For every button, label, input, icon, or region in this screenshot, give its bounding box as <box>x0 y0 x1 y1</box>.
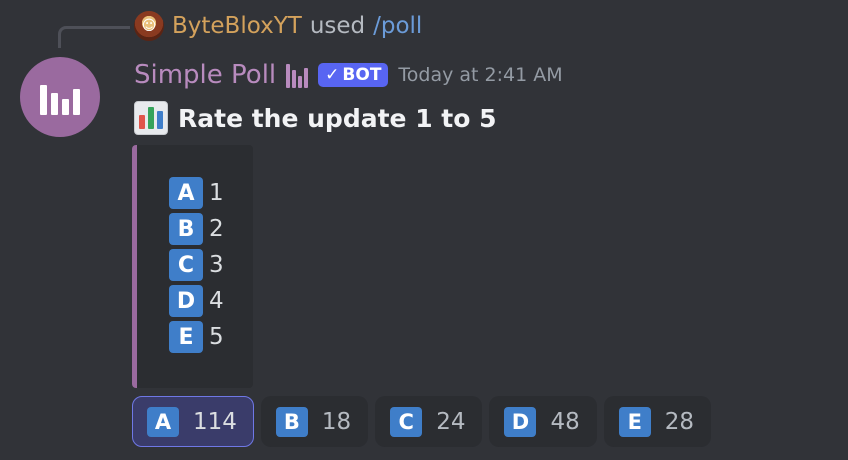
option-text: 1 <box>209 180 224 206</box>
vote-buttons: A 114 B 18 C 24 D 48 E 28 <box>132 396 712 447</box>
option-text: 3 <box>209 252 224 278</box>
vote-letter-badge: B <box>275 406 308 437</box>
option-letter-badge: D <box>169 285 203 317</box>
poll-embed: A1B2C3D4E5 <box>132 145 253 388</box>
vote-count: 24 <box>436 408 466 435</box>
reply-bar[interactable]: ☺ ByteBloxYT used /poll <box>134 8 422 44</box>
vote-count: 48 <box>550 408 580 435</box>
vote-count: 114 <box>193 408 237 435</box>
poll-option: E5 <box>169 321 224 353</box>
vote-letter-badge: A <box>147 406 179 437</box>
poll-title-text: Rate the update 1 to 5 <box>178 103 497 133</box>
bot-tag: ✓ BOT <box>318 63 389 87</box>
reply-username[interactable]: ByteBloxYT <box>172 13 302 39</box>
vote-count: 18 <box>321 408 352 435</box>
reply-command[interactable]: /poll <box>373 13 422 39</box>
vote-button-a[interactable]: A 114 <box>132 396 254 447</box>
check-icon: ✓ <box>325 65 340 85</box>
poll-option: C3 <box>169 249 224 281</box>
bot-tag-label: BOT <box>342 65 382 85</box>
option-text: 4 <box>209 288 224 314</box>
vote-letter-badge: D <box>504 406 537 437</box>
poll-options: A1B2C3D4E5 <box>169 177 224 353</box>
vote-button-c[interactable]: C 24 <box>375 396 483 447</box>
avatar-bar <box>73 89 80 115</box>
reply-user-avatar[interactable]: ☺ <box>134 11 164 41</box>
option-letter-badge: A <box>169 177 203 209</box>
option-letter-badge: C <box>169 249 203 281</box>
avatar-bar <box>40 85 47 115</box>
reply-connector <box>58 26 130 48</box>
vote-letter-badge: C <box>390 406 423 437</box>
vote-count: 28 <box>664 408 695 435</box>
poll-option: D4 <box>169 285 224 317</box>
vote-button-e[interactable]: E 28 <box>603 396 712 447</box>
option-letter-badge: B <box>169 213 203 245</box>
avatar-bar <box>62 99 69 115</box>
poll-option: A1 <box>169 177 224 209</box>
poll-title: Rate the update 1 to 5 <box>134 100 497 136</box>
bot-name[interactable]: Simple Poll <box>134 60 276 90</box>
bar-chart-emoji-icon <box>134 101 168 135</box>
message-header: Simple Poll ✓ BOT Today at 2:41 AM <box>134 56 563 94</box>
bar-chart-icon <box>286 62 309 88</box>
vote-button-d[interactable]: D 48 <box>489 396 597 447</box>
vote-button-b[interactable]: B 18 <box>260 396 369 447</box>
timestamp: Today at 2:41 AM <box>398 64 563 86</box>
avatar-bar <box>51 93 58 115</box>
bot-avatar[interactable] <box>20 57 100 137</box>
reply-used-text: used <box>309 13 366 39</box>
option-letter-badge: E <box>169 321 203 353</box>
vote-letter-badge: E <box>618 406 651 437</box>
option-text: 5 <box>209 324 224 350</box>
poll-option: B2 <box>169 213 224 245</box>
option-text: 2 <box>209 216 224 242</box>
